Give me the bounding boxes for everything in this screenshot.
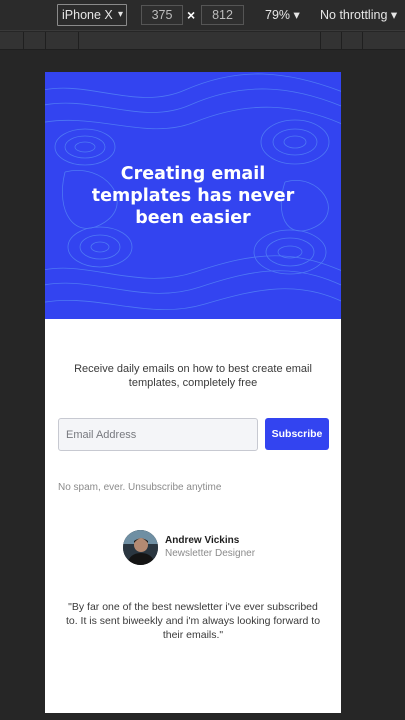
zoom-select[interactable]: 79% ▾	[265, 7, 300, 22]
ruler-tick	[341, 32, 342, 50]
email-field[interactable]	[58, 418, 258, 451]
person-photo-icon	[123, 530, 158, 565]
device-select[interactable]: iPhone X ▾	[57, 4, 127, 26]
device-select-label: iPhone X	[62, 8, 113, 22]
times-icon: ×	[187, 7, 196, 23]
zoom-label: 79%	[265, 8, 291, 22]
viewport-height-input[interactable]: 812	[201, 5, 244, 25]
chevron-down-icon: ▾	[293, 8, 300, 22]
ruler-tick	[320, 32, 321, 50]
hero-banner: Creating email templates has never been …	[45, 72, 341, 319]
viewport-width-input[interactable]: 375	[141, 5, 183, 25]
subscribe-button[interactable]: Subscribe	[265, 418, 329, 450]
devtools-toolbar: iPhone X ▾ 375 × 812 79% ▾ No throttling…	[0, 0, 405, 31]
media-query-ruler	[0, 32, 405, 50]
author-card: Andrew Vickins Newsletter Designer	[123, 530, 283, 566]
chevron-down-icon: ▾	[117, 9, 123, 20]
ruler-tick	[23, 32, 24, 50]
testimonial-quote: "By far one of the best newsletter i've …	[65, 601, 321, 641]
emulated-viewport: Creating email templates has never been …	[45, 72, 341, 713]
throttling-select[interactable]: No throttling ▾	[320, 7, 397, 22]
throttling-label: No throttling	[320, 8, 388, 22]
hero-title: Creating email templates has never been …	[91, 164, 295, 228]
chevron-down-icon: ▾	[390, 8, 398, 22]
ruler-tick	[78, 32, 79, 50]
author-name: Andrew Vickins	[165, 535, 240, 546]
ruler-tick	[362, 32, 363, 50]
avatar	[123, 530, 158, 565]
intro-text: Receive daily emails on how to best crea…	[74, 363, 312, 389]
author-role: Newsletter Designer	[165, 548, 256, 559]
ruler-tick	[45, 32, 46, 50]
no-spam-note: No spam, ever. Unsubscribe anytime	[58, 482, 222, 493]
